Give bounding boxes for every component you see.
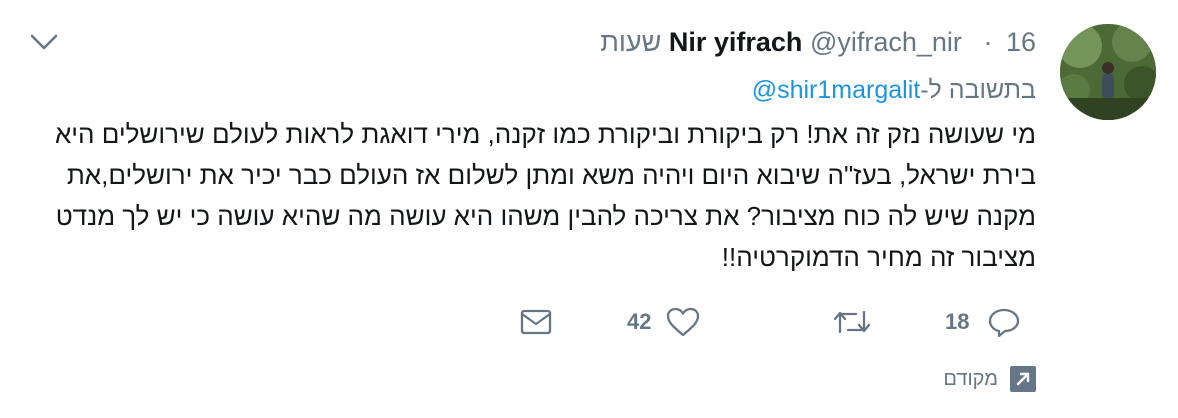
retweet-icon <box>833 310 871 334</box>
reply-context: בתשובה ל-@shir1margalit <box>752 72 1036 108</box>
like-count: 42 <box>627 309 652 334</box>
reply-mention-link[interactable]: @shir1margalit <box>752 76 920 104</box>
tweet-text-line: מי שעושה נזק זה את! רק ביקורת וביקורת כמ… <box>54 119 1036 149</box>
tweet-text: מי שעושה נזק זה את! רק ביקורת וביקורת כמ… <box>36 114 1036 278</box>
tweet-text-line: מציבור זה מחיר הדמוקרטיה!! <box>721 242 1036 272</box>
promoted-label: מקודם <box>943 366 1036 392</box>
reply-bubble-icon <box>989 308 1020 338</box>
tweet-text-line: מקנה שיש לה כוח מציבור? את צריכה להבין מ… <box>55 201 1036 231</box>
tweet-text-line: בירת ישראל, בעז"ה שיבוא היום ויהיה משא ו… <box>66 160 1036 190</box>
author-name[interactable]: Nir yifrach <box>669 27 803 57</box>
reply-count: 18 <box>945 309 970 334</box>
reply-prefix: בתשובה ל- <box>920 76 1036 104</box>
direct-message-button[interactable] <box>519 300 553 344</box>
like-button[interactable]: 42 <box>627 300 701 344</box>
retweet-button[interactable] <box>832 300 872 344</box>
heart-icon <box>667 307 700 337</box>
reply-button[interactable]: 18 <box>945 300 1021 344</box>
tweet-card[interactable]: Nir yifrach @yifrach_nir · 16 שעות בתשוב… <box>0 0 1178 418</box>
author-handle[interactable]: @yifrach_nir <box>810 27 962 57</box>
tweet-header: Nir yifrach @yifrach_nir · 16 שעות <box>600 24 1036 60</box>
promoted-arrow-icon <box>1010 366 1036 392</box>
tweet-actions: 18 42 <box>0 300 1178 344</box>
promoted-text: מקודם <box>943 367 998 390</box>
chevron-down-icon[interactable] <box>28 30 60 54</box>
separator-dot: · <box>983 27 993 57</box>
envelope-icon <box>520 309 552 335</box>
avatar[interactable] <box>1060 24 1156 120</box>
